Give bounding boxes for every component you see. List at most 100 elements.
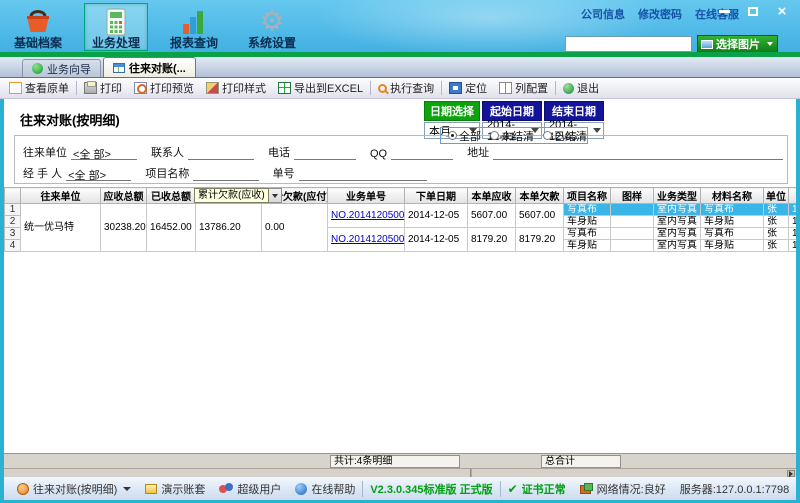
exit-button[interactable]: 退出 [557,79,605,98]
network-icon [580,483,593,494]
col-header[interactable]: 往来单位 [21,188,101,204]
button-label: 打印样式 [222,80,266,96]
order-link[interactable]: NO.201412050002 [331,234,405,245]
radio-all[interactable]: 全部 [448,128,481,144]
column-config-button[interactable]: 列配置 [493,79,554,98]
online-help-button[interactable]: 在线帮助 [288,481,362,497]
company-info-link[interactable]: 公司信息 [581,6,625,22]
close-button[interactable]: × [774,5,790,18]
cell-image [611,228,654,240]
data-grid: 往来单位 应收总额 已收总额 累计欠款(应收) 累计欠款(应付) 业务单号 下单… [4,187,796,453]
orderno-field[interactable] [299,167,427,181]
contact-field[interactable] [188,146,254,160]
page-title: 往来对账(按明细) [20,110,120,129]
handler-field[interactable]: <全 部> [66,167,131,181]
print-button[interactable]: 打印 [78,79,128,98]
nav-item-settings[interactable]: ⚙ 系统设置 [240,3,304,51]
radio-label: 已结清 [554,128,587,144]
tab-reconciliation[interactable]: 往来对账(... [103,57,196,77]
col-header[interactable] [5,188,21,204]
clock-icon [17,483,29,495]
cell-type: 室内写真 [654,228,701,240]
maximize-button[interactable] [745,5,761,18]
cell-order-date: 2014-12-05 [405,228,468,252]
certificate-status: ✔ 证书正常 [501,481,573,497]
column-filter-dropdown[interactable] [269,188,282,203]
project-field[interactable] [193,167,258,181]
horizontal-scrollbar[interactable] [4,468,796,477]
phone-field[interactable] [294,146,356,160]
radio-label: 未结清 [501,128,534,144]
filter-panel: 往来单位 <全 部> 联系人 电话 QQ 地址 经 手 人 <全 部> 项目名称… [14,135,788,184]
cell-qty: 1. [789,216,797,228]
users-icon [219,483,233,495]
check-icon: ✔ [508,482,518,496]
view-original-button[interactable]: 查看原单 [3,79,75,98]
image-search-input[interactable] [565,36,692,52]
print-preview-button[interactable]: 打印预览 [128,79,200,98]
cell-order-owed: 8179.20 [516,228,564,252]
change-password-link[interactable]: 修改密码 [638,6,682,22]
app-window: 基础档案 业务处理 [0,0,800,503]
lock-screen-button[interactable]: 锁屏 [796,481,800,497]
col-header[interactable]: 图样 [611,188,654,204]
button-label: 列配置 [515,80,548,96]
minimize-button[interactable] [716,5,732,18]
radio-settled[interactable]: 已结清 [543,128,587,144]
address-field[interactable] [493,146,783,160]
globe-icon [32,63,43,74]
excel-icon [278,82,291,94]
col-header[interactable] [789,188,797,204]
current-user-button[interactable]: 超级用户 [212,481,288,497]
chevron-down-icon [767,42,773,46]
col-header[interactable]: 本单欠款 [516,188,564,204]
record-count: 共计:4条明细 [330,455,460,468]
col-header[interactable]: 应收总额 [101,188,147,204]
table-row[interactable]: 1 统一优马特 30238.20 16452.00 13786.20 0.00 … [5,204,797,216]
col-header[interactable]: 已收总额 [147,188,196,204]
order-link[interactable]: NO.201412050001 [331,210,405,221]
nav-label: 基础档案 [14,37,62,50]
row-number: 4 [5,240,21,252]
unit-field[interactable]: <全 部> [71,146,137,160]
cell-type: 室内写真 [654,216,701,228]
chevron-down-icon [123,487,131,491]
qq-field[interactable] [391,146,453,160]
separator [370,81,371,95]
cell-type: 室内写真 [654,240,701,252]
cert-label: 证书正常 [522,481,566,497]
col-header[interactable]: 本单应收 [468,188,516,204]
col-header[interactable]: 下单日期 [405,188,468,204]
nav-item-reports[interactable]: 报表查询 [162,3,226,51]
separator [555,81,556,95]
col-header[interactable]: 业务单号 [328,188,405,204]
cell-project: 车身贴 [564,240,611,252]
col-header[interactable]: 项目名称 [564,188,611,204]
basket-icon [23,6,53,37]
locate-button[interactable]: 定位 [443,79,493,98]
radio-unsettled[interactable]: 未结清 [490,128,534,144]
printer-icon [84,82,97,94]
nav-item-business[interactable]: 业务处理 [84,3,148,51]
cell-order-no: NO.201412050001 [328,204,405,228]
globe-icon [295,483,307,495]
address-label: 地址 [467,144,489,160]
user-label: 超级用户 [237,481,281,497]
account-set-button[interactable]: 演示账套 [138,481,212,497]
scroll-right-arrow[interactable] [787,470,795,477]
print-style-button[interactable]: 打印样式 [200,79,272,98]
cell-order-amount: 5607.00 [468,204,516,228]
account-label: 演示账套 [161,481,205,497]
col-header[interactable]: 单位 [764,188,789,204]
export-excel-button[interactable]: 导出到EXCEL [272,79,369,98]
nav-item-base-archive[interactable]: 基础档案 [6,3,70,51]
version-text: V2.3.0.345标准版 正式版 [362,481,500,497]
grand-total-label: 总合计 [541,455,621,468]
tab-business-wizard[interactable]: 业务向导 [22,59,101,77]
pick-image-button[interactable]: 选择图片 [697,35,778,52]
module-menu-button[interactable]: 往来对账(按明细) [10,481,138,497]
status-bar: 往来对账(按明细) 演示账套 超级用户 在线帮助 V2.3.0.345标准版 正… [0,477,800,503]
col-header[interactable]: 业务类型 [654,188,701,204]
col-header[interactable]: 材料名称 [701,188,764,204]
run-query-button[interactable]: 执行查询 [372,79,440,98]
